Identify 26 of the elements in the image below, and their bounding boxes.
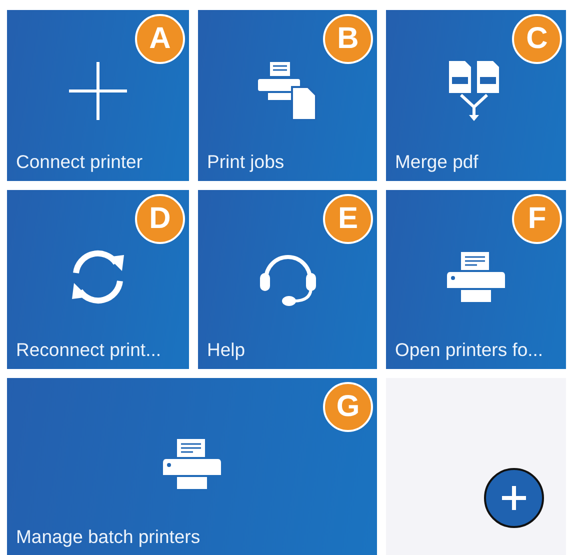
tile-button[interactable]: D Reconnect print...: [7, 190, 189, 369]
printer-document-icon: [258, 62, 318, 120]
printer-icon: [447, 252, 505, 302]
tile-button[interactable]: C Merge pdf: [386, 10, 566, 181]
annotation-marker: D: [135, 194, 185, 244]
annotation-marker: E: [323, 194, 373, 244]
annotation-marker: A: [135, 14, 185, 64]
tile-label: Connect printer: [16, 151, 142, 173]
tile-button[interactable]: E Help: [198, 190, 377, 369]
tile-label: Open printers fo...: [395, 339, 544, 361]
tile-button[interactable]: F Open printers fo...: [386, 190, 566, 369]
tile-button[interactable]: G Manage batch printers: [7, 378, 377, 555]
tile-label: Help: [207, 339, 246, 361]
tile-label: Merge pdf: [395, 151, 478, 173]
annotation-marker: F: [512, 194, 562, 244]
printer-icon: [163, 439, 221, 489]
annotation-marker: G: [323, 382, 373, 432]
tile-button[interactable]: A Connect printer: [7, 10, 189, 181]
tile-button[interactable]: B Print jobs: [198, 10, 377, 181]
plus-icon: [67, 60, 129, 122]
annotation-marker: B: [323, 14, 373, 64]
tile-label: Print jobs: [207, 151, 284, 173]
annotation-marker: C: [512, 14, 562, 64]
plus-icon: [501, 485, 527, 511]
tile-label: Manage batch printers: [16, 526, 200, 548]
tile-label: Reconnect print...: [16, 339, 161, 361]
